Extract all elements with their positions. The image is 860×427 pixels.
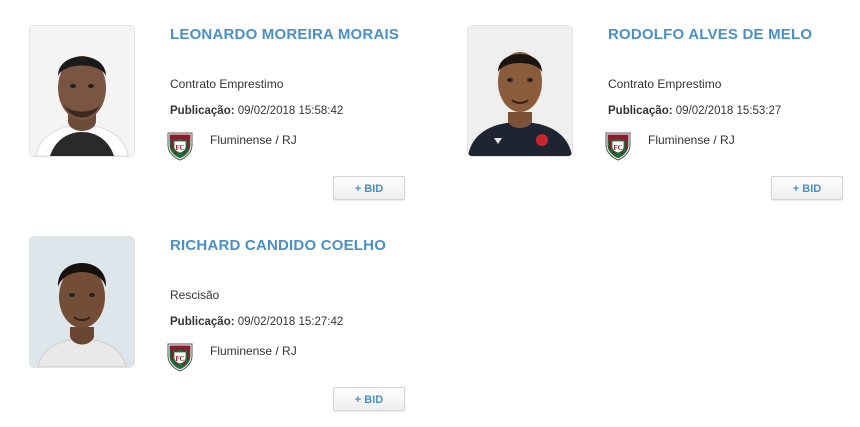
publication-label: Publicação: [608,105,673,117]
player-name[interactable]: RICHARD CANDIDO COELHO [170,237,386,254]
contract-type: Rescisão [170,288,220,302]
club-name: Fluminense / RJ [210,133,297,147]
contract-type: Contrato Emprestimo [608,77,722,91]
publication-date: 09/02/2018 15:53:27 [675,105,782,117]
publication-info: Publicação: 09/02/2018 15:27:42 [170,316,343,328]
publication-date: 09/02/2018 15:58:42 [237,105,344,117]
player-card: RODOLFO ALVES DE MELO Contrato Emprestim… [468,26,858,216]
club-crest-icon [166,131,194,161]
player-photo [30,26,134,156]
player-name[interactable]: RODOLFO ALVES DE MELO [608,26,812,43]
club-crest-icon [166,342,194,372]
contract-type: Contrato Emprestimo [170,77,284,91]
publication-date: 09/02/2018 15:27:42 [237,316,344,328]
publication-label: Publicação: [170,316,235,328]
club-name: Fluminense / RJ [210,344,297,358]
bid-button[interactable]: + BID [771,176,843,200]
publication-info: Publicação: 09/02/2018 15:53:27 [608,105,781,117]
publication-info: Publicação: 09/02/2018 15:58:42 [170,105,343,117]
player-card: LEONARDO MOREIRA MORAIS Contrato Emprest… [30,26,420,216]
bid-button[interactable]: + BID [333,176,405,200]
bid-button[interactable]: + BID [333,387,405,411]
player-card: RICHARD CANDIDO COELHO Rescisão Publicaç… [30,237,420,427]
player-name[interactable]: LEONARDO MOREIRA MORAIS [170,26,399,43]
player-photo [30,237,134,367]
publication-label: Publicação: [170,105,235,117]
club-name: Fluminense / RJ [648,133,735,147]
player-photo [468,26,572,156]
club-crest-icon [604,131,632,161]
